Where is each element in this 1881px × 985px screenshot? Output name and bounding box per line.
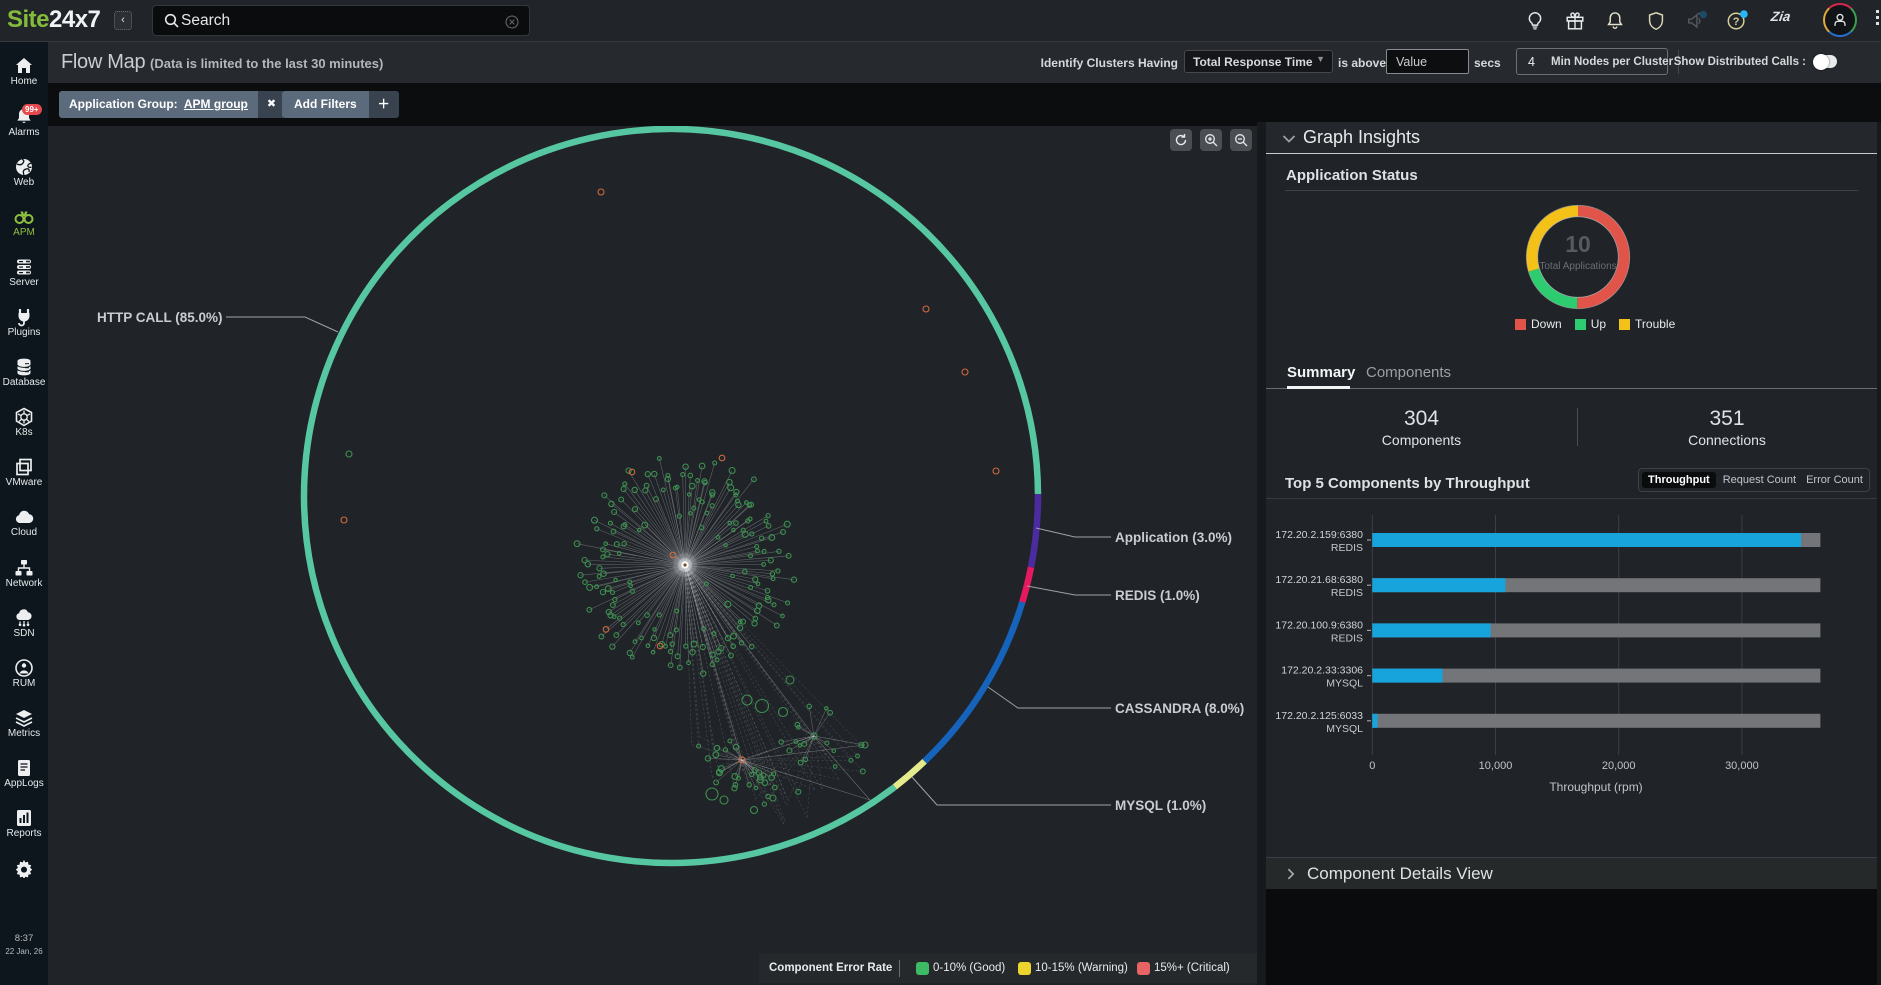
svg-text:Throughput (rpm): Throughput (rpm) (1549, 780, 1642, 794)
svg-text:0: 0 (1369, 760, 1375, 772)
svg-text:MYSQL (1.0%): MYSQL (1.0%) (1115, 798, 1206, 813)
svg-text:172.20.2.33:3306: 172.20.2.33:3306 (1281, 665, 1363, 677)
svg-text:172.20.2.159:6380: 172.20.2.159:6380 (1275, 529, 1363, 541)
svg-text:CASSANDRA (8.0%): CASSANDRA (8.0%) (1115, 701, 1244, 716)
svg-text:MYSQL: MYSQL (1326, 723, 1363, 735)
svg-text:REDIS: REDIS (1331, 587, 1363, 599)
svg-text:HTTP CALL (85.0%): HTTP CALL (85.0%) (97, 310, 223, 325)
svg-text:10,000: 10,000 (1479, 760, 1513, 772)
svg-text:REDIS (1.0%): REDIS (1.0%) (1115, 588, 1200, 603)
svg-text:30,000: 30,000 (1725, 760, 1759, 772)
svg-text:REDIS: REDIS (1331, 542, 1363, 554)
svg-text:MYSQL: MYSQL (1326, 678, 1363, 690)
svg-text:172.20.100.9:6380: 172.20.100.9:6380 (1275, 619, 1363, 631)
svg-text:?: ? (1733, 16, 1740, 28)
svg-text:172.20.2.125:6033: 172.20.2.125:6033 (1275, 710, 1363, 722)
svg-text:20,000: 20,000 (1602, 760, 1636, 772)
svg-text:REDIS: REDIS (1331, 632, 1363, 644)
svg-text:172.20.21.68:6380: 172.20.21.68:6380 (1275, 574, 1363, 586)
svg-text:Application (3.0%): Application (3.0%) (1115, 530, 1232, 545)
